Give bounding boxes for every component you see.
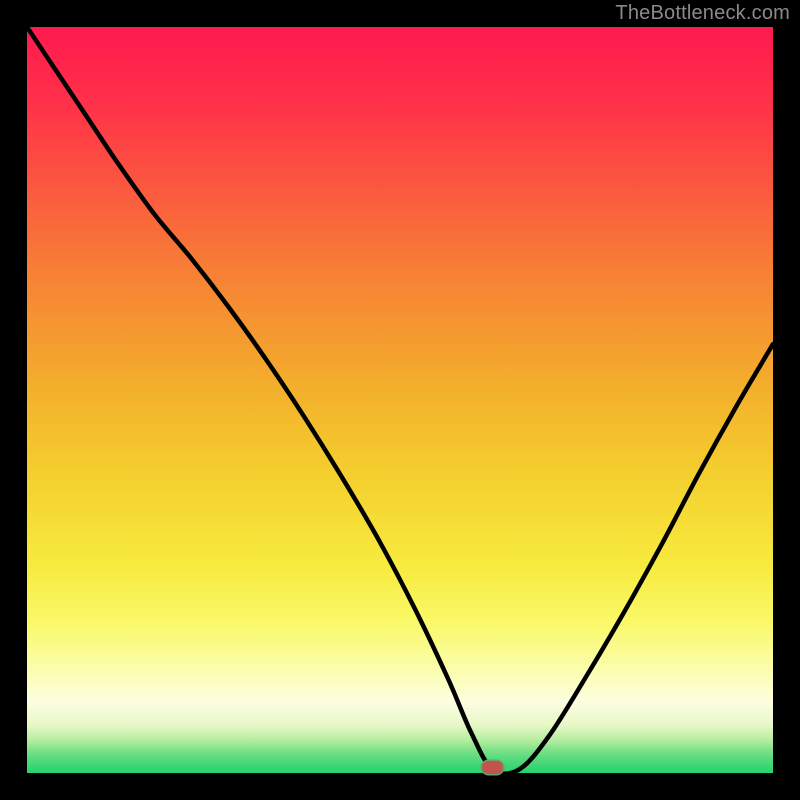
bottleneck-curve — [27, 27, 773, 773]
optimal-marker — [482, 761, 503, 774]
attribution-text: TheBottleneck.com — [615, 2, 790, 25]
plot-area — [27, 27, 773, 773]
chart-frame: TheBottleneck.com — [0, 0, 800, 800]
